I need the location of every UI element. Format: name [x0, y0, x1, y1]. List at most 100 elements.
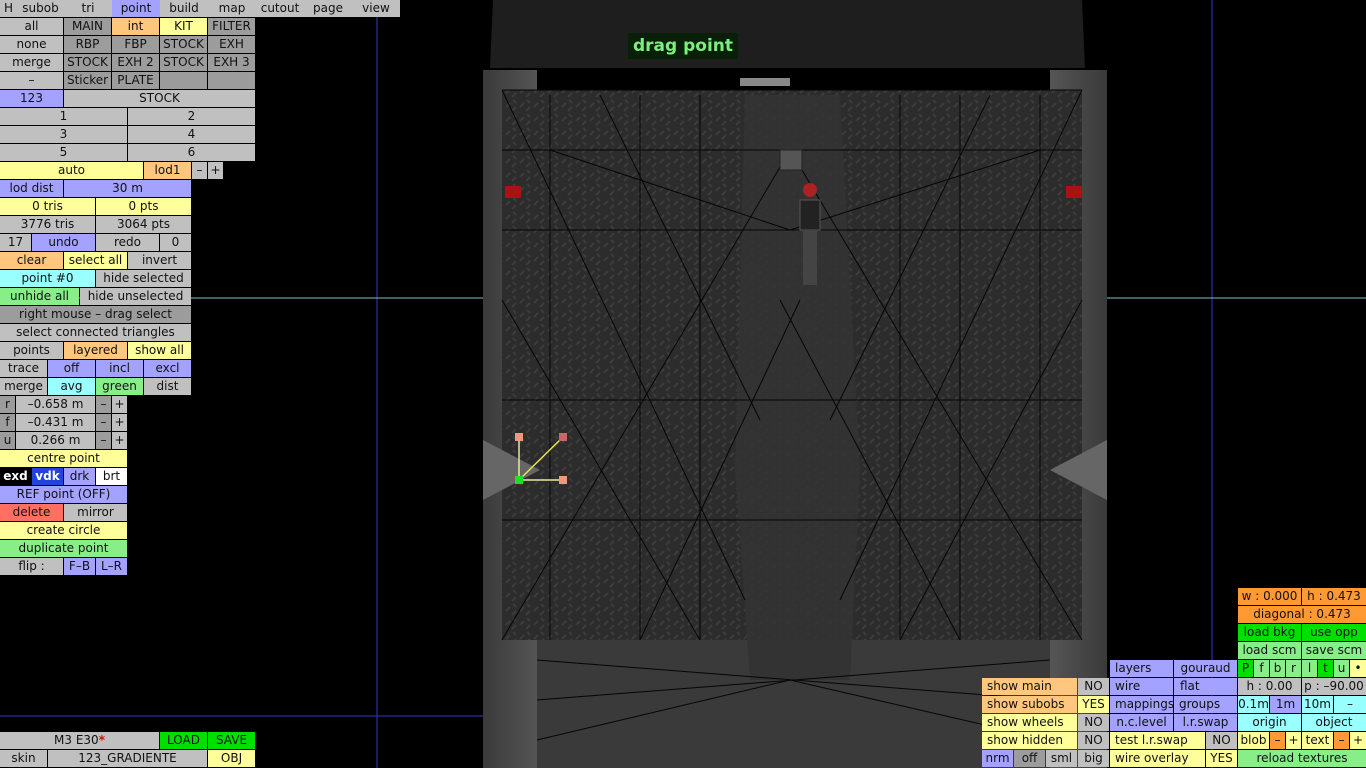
filter-merge[interactable]: merge [0, 54, 63, 71]
show-hidden-button[interactable]: show hidden [982, 732, 1077, 749]
tab-view[interactable]: view [352, 0, 400, 17]
filter-main[interactable]: MAIN [64, 18, 111, 35]
wire-button[interactable]: wire [1110, 678, 1173, 695]
blob-plus-button[interactable]: + [1286, 732, 1301, 749]
points-mode-button[interactable]: points [0, 342, 63, 359]
view-p-button[interactable]: P [1238, 660, 1253, 677]
text-plus-button[interactable]: + [1350, 732, 1366, 749]
slot-6[interactable]: 6 [128, 144, 255, 161]
view-l-button[interactable]: l [1302, 660, 1317, 677]
coord-r-plus[interactable]: + [112, 396, 127, 413]
flat-button[interactable]: flat [1174, 678, 1237, 695]
layered-button[interactable]: layered [64, 342, 127, 359]
filter-sticker[interactable]: Sticker [64, 72, 111, 89]
exd-button[interactable]: exd [0, 468, 31, 485]
filter-int[interactable]: int [112, 18, 159, 35]
gizmo-handle-diag[interactable] [559, 433, 567, 441]
filter-all[interactable]: all [0, 18, 63, 35]
coord-u-plus[interactable]: + [112, 432, 127, 449]
grid-01m-button[interactable]: 0.1m [1238, 696, 1269, 713]
delete-button[interactable]: delete [0, 504, 63, 521]
filter-plate[interactable]: PLATE [112, 72, 159, 89]
nc-level-button[interactable]: n.c.level [1110, 714, 1173, 731]
select-connected-button[interactable]: select connected triangles [0, 324, 191, 341]
load-scm-button[interactable]: load scm [1238, 642, 1301, 659]
wire-overlay-button[interactable]: wire overlay [1110, 750, 1205, 767]
show-main-value[interactable]: NO [1078, 678, 1109, 695]
tab-subob[interactable]: subob [17, 0, 64, 17]
coord-f-plus[interactable]: + [112, 414, 127, 431]
gizmo-origin[interactable] [515, 476, 523, 484]
lod-minus-button[interactable]: – [192, 162, 207, 179]
trace-off-button[interactable]: off [48, 360, 95, 377]
tab-map[interactable]: map [208, 0, 256, 17]
tab-point[interactable]: point [112, 0, 160, 17]
obj-button[interactable]: OBJ [208, 750, 255, 767]
filter-exh3[interactable]: EXH 3 [208, 54, 255, 71]
view-r-button[interactable]: r [1286, 660, 1301, 677]
show-hidden-value[interactable]: NO [1078, 732, 1109, 749]
slot-3[interactable]: 3 [0, 126, 127, 143]
centre-point-button[interactable]: centre point [0, 450, 127, 467]
filter-empty-2[interactable] [208, 72, 255, 89]
unhide-all-button[interactable]: unhide all [0, 288, 79, 305]
filter-stock-1[interactable]: STOCK [160, 36, 207, 53]
point-number-button[interactable]: point #0 [0, 270, 95, 287]
view-u-button[interactable]: u [1334, 660, 1349, 677]
slot-4[interactable]: 4 [128, 126, 255, 143]
green-button[interactable]: green [96, 378, 143, 395]
blob-button[interactable]: blob [1238, 732, 1269, 749]
redo-button[interactable]: redo [96, 234, 159, 251]
gizmo-handle-up[interactable] [515, 433, 523, 441]
lod-dist-value[interactable]: 30 m [64, 180, 191, 197]
lod-auto-button[interactable]: auto [0, 162, 143, 179]
coord-f-minus[interactable]: – [96, 414, 111, 431]
filter-stock-3[interactable]: STOCK [160, 54, 207, 71]
filter-stock-2[interactable]: STOCK [64, 54, 111, 71]
show-subobs-value[interactable]: YES [1078, 696, 1109, 713]
hide-unselected-button[interactable]: hide unselected [80, 288, 191, 305]
filter-filter[interactable]: FILTER [208, 18, 255, 35]
view-t-button[interactable]: t [1318, 660, 1333, 677]
trace-incl-button[interactable]: incl [96, 360, 143, 377]
create-circle-button[interactable]: create circle [0, 522, 127, 539]
invert-button[interactable]: invert [128, 252, 191, 269]
reload-textures-button[interactable]: reload textures [1238, 750, 1366, 767]
filter-kit[interactable]: KIT [160, 18, 207, 35]
flip-lr-button[interactable]: L–R [96, 558, 127, 575]
slot-2[interactable]: 2 [128, 108, 255, 125]
show-wheels-value[interactable]: NO [1078, 714, 1109, 731]
group-stock[interactable]: STOCK [64, 90, 255, 107]
layers-button[interactable]: layers [1110, 660, 1173, 677]
coord-r-minus[interactable]: – [96, 396, 111, 413]
tab-h[interactable]: H [0, 0, 17, 17]
tab-tri[interactable]: tri [64, 0, 112, 17]
coord-u-value[interactable]: 0.266 m [16, 432, 95, 449]
clear-button[interactable]: clear [0, 252, 63, 269]
grid-minus-button[interactable]: – [1334, 696, 1366, 713]
show-all-button[interactable]: show all [128, 342, 191, 359]
duplicate-point-button[interactable]: duplicate point [0, 540, 127, 557]
slot-5[interactable]: 5 [0, 144, 127, 161]
mappings-button[interactable]: mappings [1110, 696, 1173, 713]
text-minus-button[interactable]: – [1334, 732, 1349, 749]
filter-rbp[interactable]: RBP [64, 36, 111, 53]
flip-fb-button[interactable]: F–B [64, 558, 95, 575]
tab-build[interactable]: build [160, 0, 208, 17]
filter-exh[interactable]: EXH [208, 36, 255, 53]
size-nrm-button[interactable]: nrm [982, 750, 1013, 767]
tab-page[interactable]: page [304, 0, 352, 17]
wire-overlay-value[interactable]: YES [1206, 750, 1237, 767]
filter-fbp[interactable]: FBP [112, 36, 159, 53]
view-f-button[interactable]: f [1254, 660, 1269, 677]
filter-exh2[interactable]: EXH 2 [112, 54, 159, 71]
view-dot-button[interactable]: • [1350, 660, 1366, 677]
undo-button[interactable]: undo [32, 234, 95, 251]
test-lr-swap-button[interactable]: test l.r.swap [1110, 732, 1205, 749]
tab-cutout[interactable]: cutout [256, 0, 304, 17]
show-subobs-button[interactable]: show subobs [982, 696, 1077, 713]
text-button[interactable]: text [1302, 732, 1333, 749]
dist-button[interactable]: dist [144, 378, 191, 395]
show-main-button[interactable]: show main [982, 678, 1077, 695]
hide-selected-button[interactable]: hide selected [96, 270, 191, 287]
